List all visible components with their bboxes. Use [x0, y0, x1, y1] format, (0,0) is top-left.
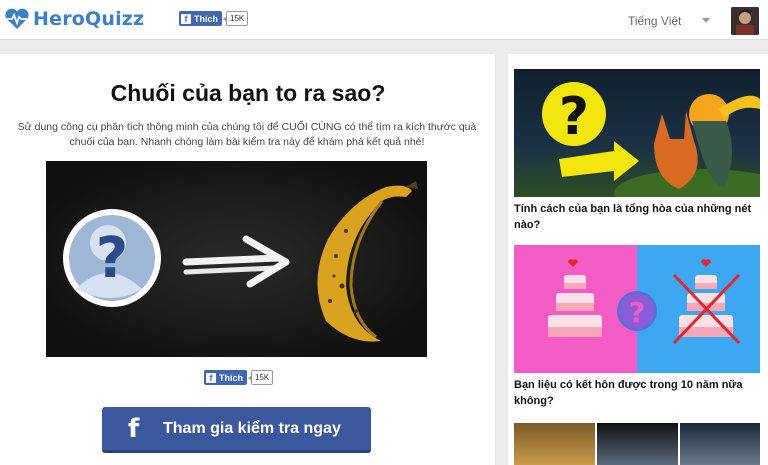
- related-quiz-thumbnail[interactable]: [597, 423, 678, 465]
- facebook-like-widget-quiz: f Thích 15K: [204, 370, 274, 385]
- svg-text:?: ?: [629, 296, 645, 329]
- quiz-panel: Chuối của bạn to ra sao? Sử dụng công cụ…: [0, 54, 496, 465]
- wedding-cake-illustration: ?: [514, 245, 760, 373]
- related-quiz-image-1[interactable]: ?: [514, 69, 760, 197]
- related-quiz-thumbnails: [514, 423, 760, 465]
- related-quiz-thumbnail[interactable]: [514, 423, 595, 465]
- quiz-description: Sử dụng công cụ phân tích thông minh của…: [17, 121, 477, 148]
- page-title: Chuối của bạn to ra sao?: [110, 80, 386, 106]
- facebook-icon: f: [181, 13, 191, 24]
- start-quiz-label: Tham gia kiểm tra ngay: [163, 419, 341, 437]
- language-selector[interactable]: Tiếng Việt: [628, 14, 681, 28]
- like-count: 15K: [247, 370, 274, 385]
- quiz-cover-image: ?: [46, 161, 427, 357]
- facebook-icon: f: [128, 413, 140, 444]
- question-fox-illustration: ?: [542, 82, 760, 197]
- start-quiz-button[interactable]: f Tham gia kiểm tra ngay: [102, 407, 371, 453]
- site-logo[interactable]: HeroQuizz: [4, 8, 144, 30]
- user-avatar-image: [731, 7, 759, 35]
- related-quiz-title-2[interactable]: Bạn liệu có kết hôn được trong 10 năm nữ…: [514, 377, 760, 409]
- avatar[interactable]: [731, 7, 759, 35]
- like-label: Thích: [219, 372, 243, 383]
- banana-question-illustration: ?: [63, 181, 418, 342]
- facebook-icon: f: [206, 372, 216, 383]
- facebook-like-widget: f Thích 15K: [179, 11, 249, 26]
- heart-pulse-icon: [5, 8, 29, 29]
- related-quiz-image-2[interactable]: ?: [514, 245, 760, 373]
- facebook-like-button[interactable]: f Thích: [204, 370, 247, 385]
- logo-text: HeroQuizz: [33, 8, 145, 30]
- related-quizzes-sidebar: ? Tính cách của bạn là tổng hòa của nhữn…: [508, 54, 768, 465]
- like-count: 15K: [222, 11, 249, 26]
- related-quiz-thumbnail[interactable]: [680, 423, 760, 465]
- top-header: HeroQuizz f Thích 15K Tiếng Việt: [0, 0, 768, 40]
- svg-text:?: ?: [96, 226, 128, 291]
- like-label: Thích: [194, 13, 218, 24]
- related-quiz-title-1[interactable]: Tính cách của bạn là tổng hòa của những …: [514, 201, 760, 233]
- svg-text:?: ?: [559, 87, 589, 147]
- chevron-down-icon[interactable]: [702, 18, 710, 23]
- facebook-like-button[interactable]: f Thích: [179, 11, 222, 26]
